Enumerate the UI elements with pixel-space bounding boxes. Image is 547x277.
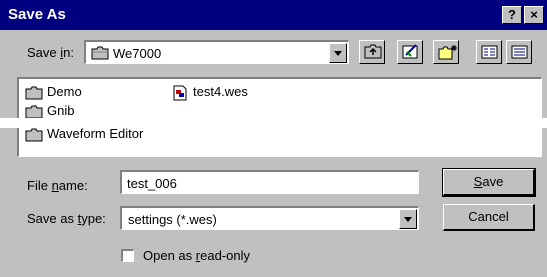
read-only-checkbox[interactable]	[121, 249, 134, 262]
cancel-button[interactable]: Cancel	[443, 204, 535, 231]
list-view-button[interactable]	[476, 40, 502, 64]
save-as-dialog: Save As ? × Save in: We7000 Demo Gnib Wa…	[0, 0, 547, 277]
list-item[interactable]: Waveform Editor	[25, 126, 143, 142]
scan-artifact	[0, 118, 547, 128]
folder-icon	[25, 105, 43, 119]
file-list[interactable]: Demo Gnib Waveform Editor test4.wes	[17, 77, 542, 157]
up-folder-icon	[364, 44, 382, 59]
details-view-icon	[511, 45, 528, 59]
list-item[interactable]: Demo	[25, 84, 82, 100]
help-button[interactable]: ?	[502, 6, 522, 24]
file-name-label: File name:	[27, 178, 88, 193]
chevron-down-icon[interactable]	[399, 209, 417, 229]
folder-icon	[91, 46, 109, 60]
folder-icon	[25, 128, 43, 142]
save-in-combo[interactable]: We7000	[84, 40, 349, 64]
save-as-type-value: settings (*.wes)	[128, 212, 217, 227]
title-bar: Save As ? ×	[0, 0, 547, 30]
save-in-value: We7000	[113, 46, 162, 61]
save-in-label: Save in:	[27, 45, 74, 60]
list-view-icon	[481, 45, 498, 59]
read-only-label[interactable]: Open as read-only	[143, 248, 250, 263]
details-view-button[interactable]	[506, 40, 532, 64]
dialog-title: Save As	[8, 6, 66, 23]
desktop-icon	[402, 44, 418, 59]
create-new-folder-button[interactable]	[433, 40, 459, 64]
save-as-type-label: Save as type:	[27, 211, 106, 226]
list-item[interactable]: Gnib	[25, 103, 74, 119]
go-to-desktop-button[interactable]	[397, 40, 423, 64]
file-name-field[interactable]: test_006	[120, 170, 419, 194]
close-button[interactable]: ×	[524, 6, 544, 24]
up-one-level-button[interactable]	[359, 40, 385, 64]
chevron-down-icon[interactable]	[329, 43, 347, 63]
folder-icon	[25, 86, 43, 100]
list-item[interactable]: test4.wes	[171, 84, 248, 101]
document-icon	[173, 85, 187, 101]
save-as-type-select[interactable]: settings (*.wes)	[120, 206, 419, 230]
save-button[interactable]: Save	[442, 168, 536, 197]
new-folder-icon	[438, 45, 457, 60]
